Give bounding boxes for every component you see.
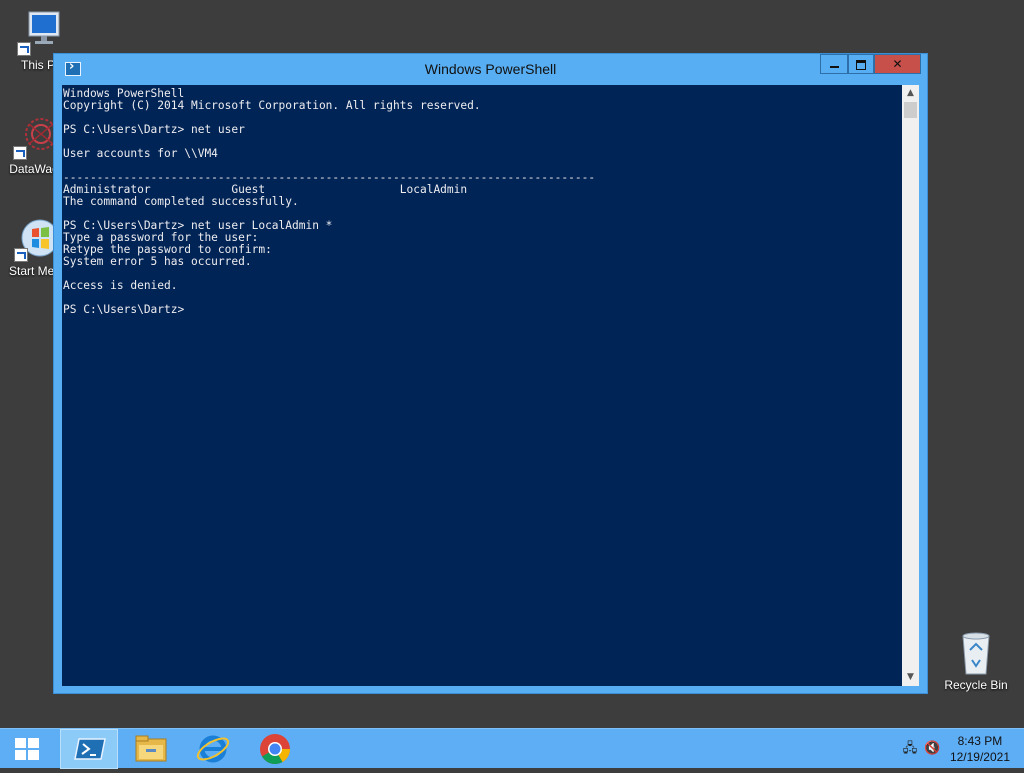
- powershell-icon: [74, 738, 106, 760]
- powershell-window: Windows PowerShell ✕ Windows PowerShell …: [53, 53, 928, 694]
- windows-logo-icon: [15, 738, 39, 760]
- shortcut-arrow-icon: [14, 248, 28, 262]
- network-icon[interactable]: 🖧: [902, 741, 918, 757]
- start-button[interactable]: [0, 729, 54, 769]
- taskbar-chrome[interactable]: [246, 729, 304, 769]
- scroll-down-icon[interactable]: ▼: [902, 669, 919, 686]
- taskbar-file-explorer[interactable]: [122, 729, 180, 769]
- desktop-icon-recycle-bin[interactable]: Recycle Bin: [938, 630, 1014, 692]
- clock-time: 8:43 PM: [957, 734, 1003, 748]
- close-icon: ✕: [892, 57, 903, 71]
- windows-orb-icon: [12, 216, 59, 262]
- recycle-bin-icon: [953, 630, 999, 676]
- computer-icon: [15, 10, 61, 56]
- datawag-icon: [11, 114, 57, 160]
- system-tray: 🖧 🔇 8:43 PM 12/19/2021: [884, 729, 1024, 769]
- taskbar-powershell[interactable]: [60, 729, 118, 769]
- window-titlebar[interactable]: Windows PowerShell ✕: [54, 54, 927, 84]
- desktop-icon-label: Recycle Bin: [944, 678, 1008, 692]
- close-button[interactable]: ✕: [874, 54, 921, 74]
- maximize-icon: [856, 59, 866, 70]
- minimize-button[interactable]: [820, 54, 848, 74]
- console-output-area[interactable]: Windows PowerShell Copyright (C) 2014 Mi…: [62, 85, 902, 686]
- clock-date: 12/19/2021: [949, 750, 1010, 764]
- scrollbar-thumb[interactable]: [904, 102, 917, 118]
- window-title: Windows PowerShell: [424, 61, 557, 77]
- minimize-icon: [829, 65, 839, 68]
- taskbar-internet-explorer[interactable]: [184, 729, 242, 769]
- shortcut-arrow-icon: [13, 146, 27, 160]
- internet-explorer-icon: [196, 735, 230, 763]
- taskbar-clock[interactable]: 8:43 PM 12/19/2021: [950, 733, 1010, 765]
- chrome-icon: [260, 734, 290, 765]
- vertical-scrollbar[interactable]: ▲ ▼: [902, 85, 919, 686]
- scroll-up-icon[interactable]: ▲: [902, 85, 919, 102]
- file-explorer-icon: [135, 735, 167, 762]
- taskbar: 🖧 🔇 8:43 PM 12/19/2021: [0, 728, 1024, 769]
- shortcut-arrow-icon: [17, 42, 31, 56]
- console-text: Windows PowerShell Copyright (C) 2014 Mi…: [63, 87, 596, 316]
- maximize-button[interactable]: [848, 54, 874, 74]
- volume-muted-icon[interactable]: 🔇: [924, 741, 940, 757]
